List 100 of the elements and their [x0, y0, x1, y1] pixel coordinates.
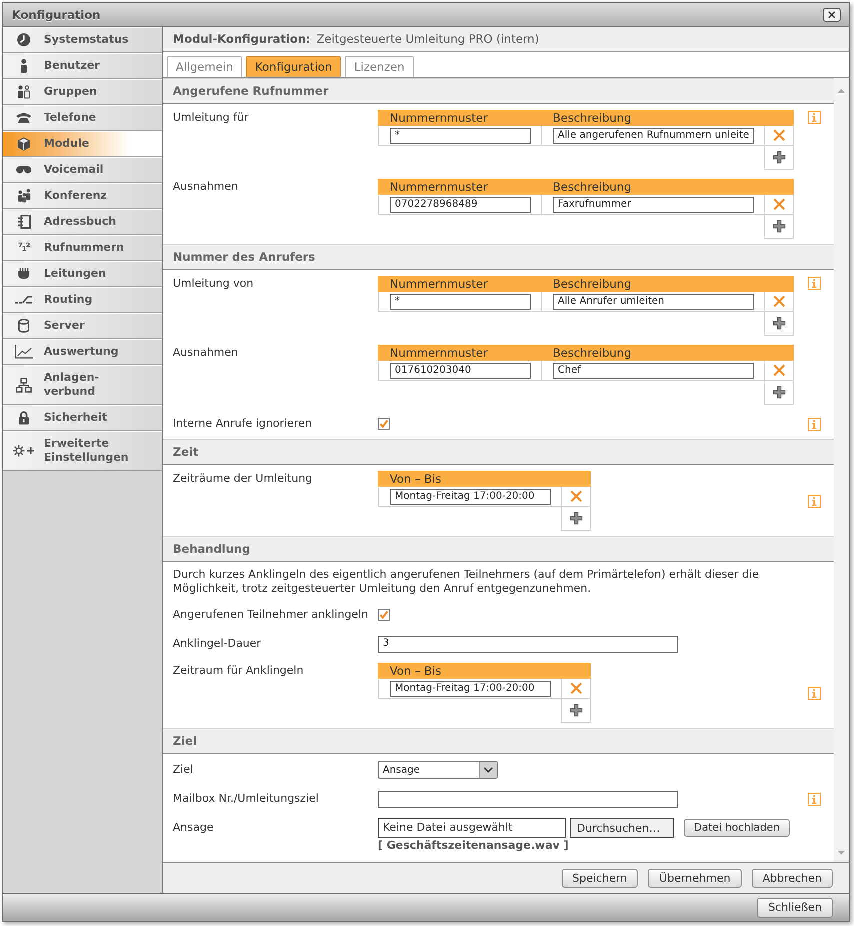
- cross-icon[interactable]: [772, 295, 786, 308]
- sidebar-item[interactable]: Routing: [3, 287, 162, 313]
- input-field[interactable]: 017610203040: [390, 362, 531, 378]
- window-title: Konfiguration: [12, 8, 101, 22]
- field-label: Umleitung für: [173, 110, 250, 125]
- section-header: Angerufene Rufnummer: [163, 78, 834, 104]
- info-icon[interactable]: [808, 418, 821, 430]
- info-icon[interactable]: [808, 277, 821, 290]
- gear-plus-icon: [13, 445, 35, 457]
- description-text: Durch kurzes Anklingeln des eigentlich angerufenen Teilnehmers (auf dem Primärtelefon) erhält dieser die Möglichkeit, trotz zeitgesteuerter Umleitung den Anruf entgegenzunehmen.: [172, 568, 760, 596]
- field-label: Interne Anrufe ignorieren: [173, 416, 314, 432]
- sidebar-item[interactable]: Module: [3, 131, 162, 157]
- input-field[interactable]: [378, 790, 678, 808]
- cube-icon: [17, 137, 31, 151]
- column-header: Nummernmuster: [378, 110, 542, 126]
- field-label: Zeiträume der Umleitung: [173, 471, 314, 486]
- file-name: [ Geschäftszeitenansage.wav ]: [378, 839, 570, 853]
- caret-icon: [479, 762, 497, 778]
- field-label: Angerufenen Teilnehmer anklingeln: [173, 607, 370, 623]
- line-chart-icon: [15, 345, 33, 359]
- tab[interactable]: Allgemein: [167, 56, 242, 77]
- plus-icon[interactable]: [772, 386, 786, 399]
- sidebar-item[interactable]: Server: [3, 313, 162, 339]
- browse-button[interactable]: Durchsuchen…: [570, 818, 674, 838]
- close-button[interactable]: Schließen: [757, 898, 833, 918]
- field-label: Ziel: [173, 762, 194, 778]
- input-field[interactable]: Alle angerufenen Rufnummern unleite: [553, 128, 754, 144]
- digits-icon: ⁷₁²: [18, 241, 30, 255]
- column-header: Nummernmuster: [378, 180, 542, 194]
- sidebar-item[interactable]: ⁷₁² Rufnummern: [3, 235, 162, 261]
- sidebar-item[interactable]: Benutzer: [3, 53, 162, 79]
- input-field[interactable]: Alle Anrufer umleiten: [553, 294, 754, 310]
- input-field[interactable]: Chef: [553, 362, 754, 378]
- sidebar-item[interactable]: Voicemail: [3, 157, 162, 183]
- section-header: Nummer des Anrufers: [163, 244, 834, 270]
- sidebar-item[interactable]: Erweiterte Einstellungen: [3, 431, 162, 471]
- close-icon[interactable]: [823, 8, 841, 22]
- section-header: Zeit: [163, 439, 834, 465]
- branch-icon: [15, 295, 33, 305]
- sidebar-item[interactable]: Auswertung: [3, 339, 162, 365]
- section-header: Behandlung: [163, 536, 834, 562]
- field-label: Umleitung von: [173, 276, 255, 291]
- file-field[interactable]: Keine Datei ausgewählt: [378, 818, 566, 838]
- column-header: Beschreibung: [542, 180, 794, 194]
- voicemail-icon: [16, 165, 32, 175]
- plug-icon: [17, 268, 31, 280]
- plus-icon[interactable]: [772, 220, 786, 233]
- input-field[interactable]: *: [390, 128, 531, 144]
- down-triangle-icon[interactable]: [838, 851, 845, 855]
- header-label: Modul-Konfiguration:: [173, 32, 311, 46]
- column-header: Von – Bis: [378, 472, 590, 486]
- tab[interactable]: Lizenzen: [345, 56, 414, 77]
- checkbox[interactable]: [378, 418, 390, 430]
- input-field[interactable]: Montag-Freitag 17:00-20:00: [390, 680, 551, 696]
- plus-icon[interactable]: [772, 317, 786, 330]
- cross-icon[interactable]: [772, 129, 786, 142]
- sidebar-item[interactable]: Sicherheit: [3, 405, 162, 431]
- plus-icon[interactable]: [570, 704, 582, 717]
- cross-icon[interactable]: [772, 364, 786, 377]
- field-label: Ausnahmen: [173, 179, 240, 194]
- upload-button[interactable]: Datei hochladen: [684, 819, 790, 837]
- group-icon: [17, 85, 31, 99]
- input-field[interactable]: Montag-Freitag 17:00-20:00: [390, 488, 551, 504]
- input-field[interactable]: Faxrufnummer: [553, 196, 754, 212]
- field-label: Anklingel-Dauer: [173, 636, 262, 652]
- network-icon: [16, 378, 32, 392]
- column-header: Beschreibung: [542, 346, 794, 360]
- field-label: Mailbox Nr./Umleitungsziel: [173, 791, 320, 807]
- info-icon[interactable]: [808, 792, 821, 806]
- book-icon: [18, 215, 30, 229]
- tab[interactable]: Konfiguration: [246, 56, 342, 77]
- column-header: Nummernmuster: [378, 346, 542, 360]
- phone-icon: [16, 112, 32, 124]
- sidebar-item[interactable]: Systemstatus: [3, 27, 162, 53]
- apply-button[interactable]: Übernehmen: [648, 868, 742, 888]
- sidebar-item[interactable]: Adressbuch: [3, 209, 162, 235]
- sidebar-item[interactable]: Telefone: [3, 105, 162, 131]
- info-icon[interactable]: [808, 494, 821, 508]
- cross-icon[interactable]: [570, 682, 582, 695]
- dropdown[interactable]: Ansage: [378, 761, 498, 779]
- sidebar-item[interactable]: Anlagen-verbund: [3, 365, 162, 405]
- input-field[interactable]: 3: [378, 636, 678, 652]
- input-field[interactable]: 0702278968489: [390, 196, 531, 212]
- column-header: Nummernmuster: [378, 276, 542, 292]
- info-icon[interactable]: [808, 111, 821, 124]
- up-triangle-icon[interactable]: [838, 89, 845, 93]
- column-header: Von – Bis: [378, 664, 590, 678]
- plus-icon[interactable]: [772, 151, 786, 164]
- people-icon: [16, 189, 32, 203]
- cross-icon[interactable]: [570, 490, 582, 503]
- input-field[interactable]: *: [390, 294, 531, 310]
- sidebar-item[interactable]: Leitungen: [3, 261, 162, 287]
- cross-icon[interactable]: [772, 198, 786, 211]
- save-button[interactable]: Speichern: [562, 868, 638, 888]
- checkbox[interactable]: [378, 609, 390, 621]
- cancel-button[interactable]: Abbrechen: [752, 868, 833, 888]
- sidebar-item[interactable]: Konferenz: [3, 183, 162, 209]
- sidebar-item[interactable]: Gruppen: [3, 79, 162, 105]
- plus-icon[interactable]: [570, 512, 582, 525]
- info-icon[interactable]: [808, 686, 821, 700]
